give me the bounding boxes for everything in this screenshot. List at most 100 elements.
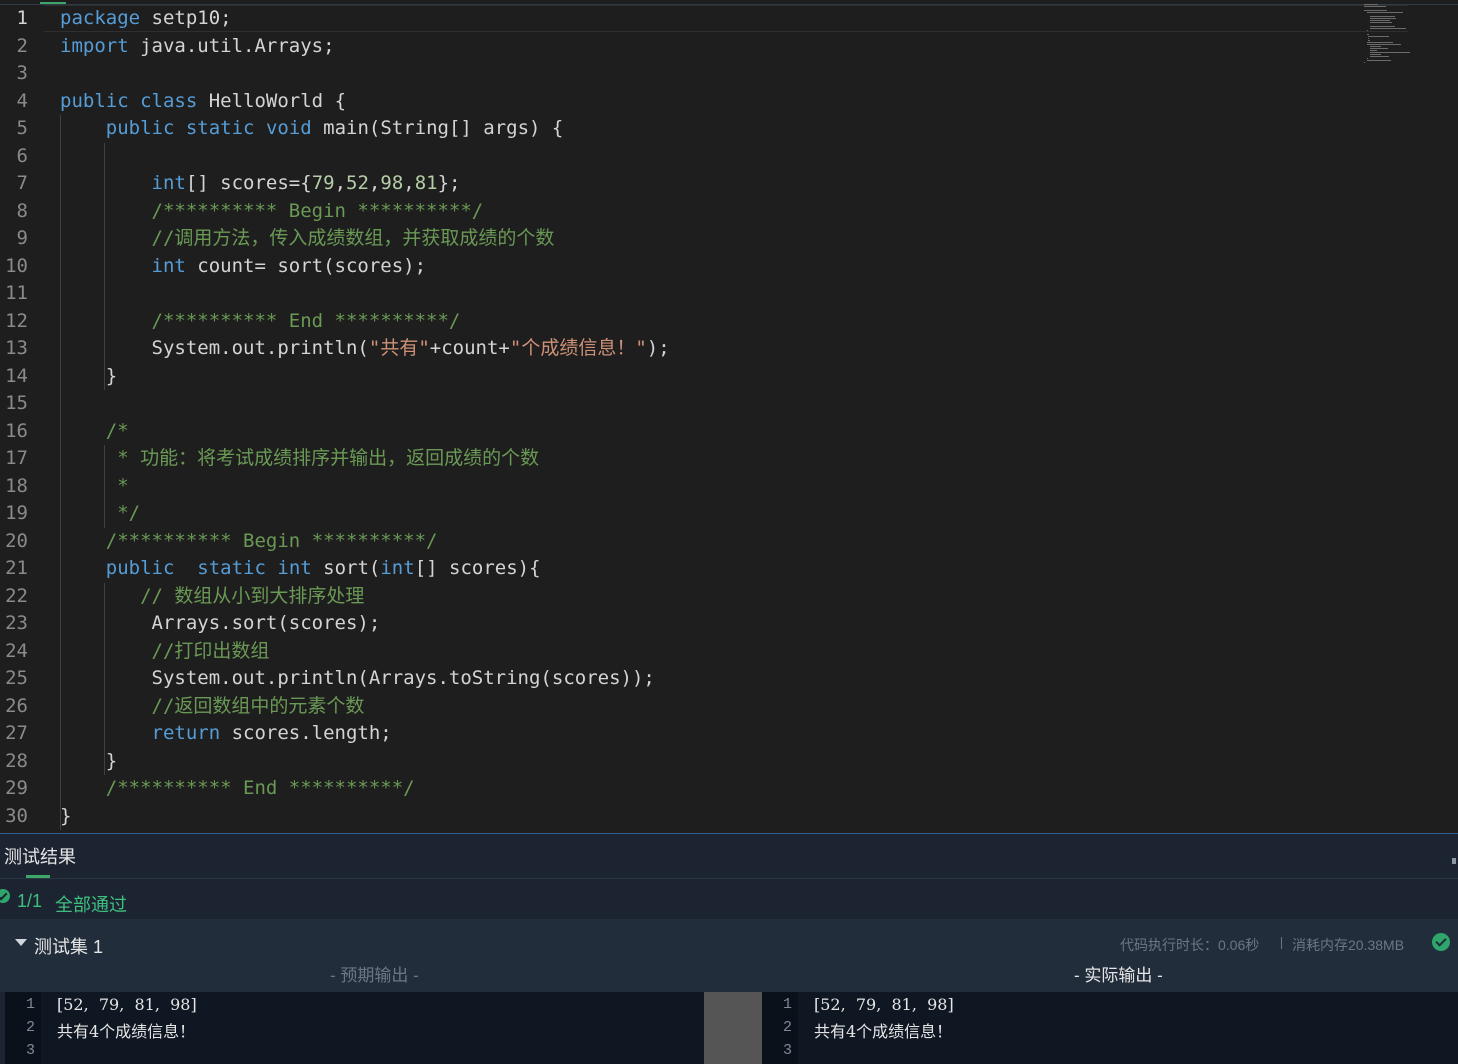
code-line[interactable]: 25 System.out.println(Arrays.toString(sc… [0,665,1400,693]
minimap[interactable] [1364,4,1424,64]
code-line[interactable]: 26 //返回数组中的元素个数 [0,693,1400,721]
code-line[interactable]: 13 System.out.println("共有"+count+"个成绩信息！… [0,335,1400,363]
pass-count: 1/1 [17,891,43,911]
code-line[interactable]: 24 //打印出数组 [0,638,1400,666]
testset-name[interactable]: 测试集 1 [34,933,103,959]
code-line[interactable]: 20 /********** Begin **********/ [0,528,1400,556]
line-number: 23 [5,612,28,634]
code-text[interactable]: public class HelloWorld { [60,88,346,116]
minimap-line [1364,4,1378,5]
minimap-line [1370,56,1390,57]
code-text[interactable]: int count= sort(scores); [60,253,427,281]
code-text[interactable]: /* [60,418,129,446]
code-text[interactable]: public static int sort(int[] scores){ [60,555,541,583]
code-token: setp10; [140,7,232,29]
code-line[interactable]: 28 } [0,748,1400,776]
code-line[interactable]: 10 int count= sort(scores); [0,253,1400,281]
output-line-text: [52, 79, 81, 98] [814,995,954,1014]
code-token: /********** Begin **********/ [151,199,484,222]
caret-down-icon[interactable] [15,939,27,946]
code-line[interactable]: 11 [0,280,1400,308]
code-token: static [185,117,255,139]
code-line[interactable]: 17 * 功能：将考试成绩排序并输出，返回成绩的个数 [0,445,1400,473]
code-text[interactable]: * 功能：将考试成绩排序并输出，返回成绩的个数 [60,445,539,473]
code-line[interactable]: 21 public static int sort(int[] scores){ [0,555,1400,583]
minimap-line [1368,40,1370,41]
code-line[interactable]: 2 import java.util.Arrays; [0,33,1400,61]
code-token: 返回数组中的元素个数 [174,694,365,717]
code-line[interactable]: 9 //调用方法，传入成绩数组，并获取成绩的个数 [0,225,1400,253]
code-text[interactable]: import java.util.Arrays; [60,33,335,61]
code-token: scores.length; [220,722,392,744]
code-line[interactable]: 19 */ [0,500,1400,528]
code-token: class [140,89,198,112]
code-line[interactable]: 3 [0,60,1400,88]
code-token: 79 [311,172,335,194]
code-text[interactable]: /********** Begin **********/ [60,528,438,556]
code-text[interactable]: } [60,363,117,391]
code-token: 98 [380,172,404,194]
panel-resize-handle[interactable] [1452,858,1456,864]
minimap-line [1367,12,1404,13]
code-text[interactable]: package setp10; [60,5,232,33]
expected-output-title: - 预期输出 - [330,966,419,985]
code-text[interactable]: } [60,748,117,776]
code-text[interactable]: //打印出数组 [60,638,270,666]
results-tab-underline [26,875,50,878]
code-text[interactable]: public static void main(String[] args) { [60,115,564,143]
code-line[interactable]: 1 package setp10; [0,5,1400,33]
code-text[interactable]: // 数组从小到大排序处理 [60,583,364,611]
results-tab-title[interactable]: 测试结果 [4,843,76,869]
code-text[interactable]: return scores.length; [60,720,392,748]
code-line[interactable]: 4 public class HelloWorld { [0,88,1400,116]
code-text[interactable]: * [60,473,128,501]
code-line[interactable]: 15 [0,390,1400,418]
output-line-number: 3 [782,1042,792,1059]
code-editor[interactable]: 1 package setp10; 2 import java.util.Arrays… [0,0,1458,833]
code-line[interactable]: 16 /* [0,418,1400,446]
code-text[interactable]: //调用方法，传入成绩数组，并获取成绩的个数 [60,225,555,253]
code-text[interactable]: /********** End **********/ [60,308,461,336]
code-line[interactable]: 14 } [0,363,1400,391]
code-token: , [334,172,347,194]
output-splitter[interactable] [704,992,762,1064]
testset-header[interactable]: 测试集 1 代码执行时长：0.06秒 消耗内存20.38MB - 预期输出 - … [0,919,1458,992]
code-line[interactable]: 18 * [0,473,1400,501]
code-line[interactable]: 12 /********** End **********/ [0,308,1400,336]
actual-output-title: - 实际输出 - [1074,966,1163,985]
code-text[interactable]: /********** End **********/ [60,775,415,803]
code-text[interactable]: } [60,803,71,831]
code-line[interactable]: 29 /********** End **********/ [0,775,1400,803]
line-number: 4 [16,89,28,112]
line-number: 9 [16,227,28,249]
minimap-line [1367,42,1394,43]
code-token: System.out.println(Arrays.toString(score… [60,667,655,689]
line-number: 6 [16,144,28,167]
code-text[interactable]: */ [60,500,140,528]
pass-status-text: 全部通过 [55,895,127,915]
code-line[interactable]: 6 [0,143,1400,171]
code-text[interactable]: Arrays.sort(scores); [60,610,381,638]
code-text[interactable]: /********** Begin **********/ [60,198,484,226]
line-number: 21 [5,557,28,579]
line-number: 7 [16,172,28,194]
code-line[interactable]: 5 public static void main(String[] args)… [0,115,1400,143]
minimap-line [1368,36,1389,37]
code-text[interactable]: System.out.println("共有"+count+"个成绩信息！"); [60,335,670,363]
code-line[interactable]: 8 /********** Begin **********/ [0,198,1400,226]
code-token: /* [105,419,129,442]
code-text[interactable]: int[] scores={79,52,98,81}; [60,170,461,198]
code-line[interactable]: 23 Arrays.sort(scores); [0,610,1400,638]
code-line[interactable]: 22 // 数组从小到大排序处理 [0,583,1400,611]
code-token: public [105,557,175,579]
code-text[interactable]: //返回数组中的元素个数 [60,693,365,721]
output-line-number: 2 [25,1019,35,1036]
code-line[interactable]: 7 int[] scores={79,52,98,81}; [0,170,1400,198]
code-line[interactable]: 30} [0,803,1400,831]
code-line[interactable]: 27 return scores.length; [0,720,1400,748]
code-text[interactable]: System.out.println(Arrays.toString(score… [60,665,655,693]
